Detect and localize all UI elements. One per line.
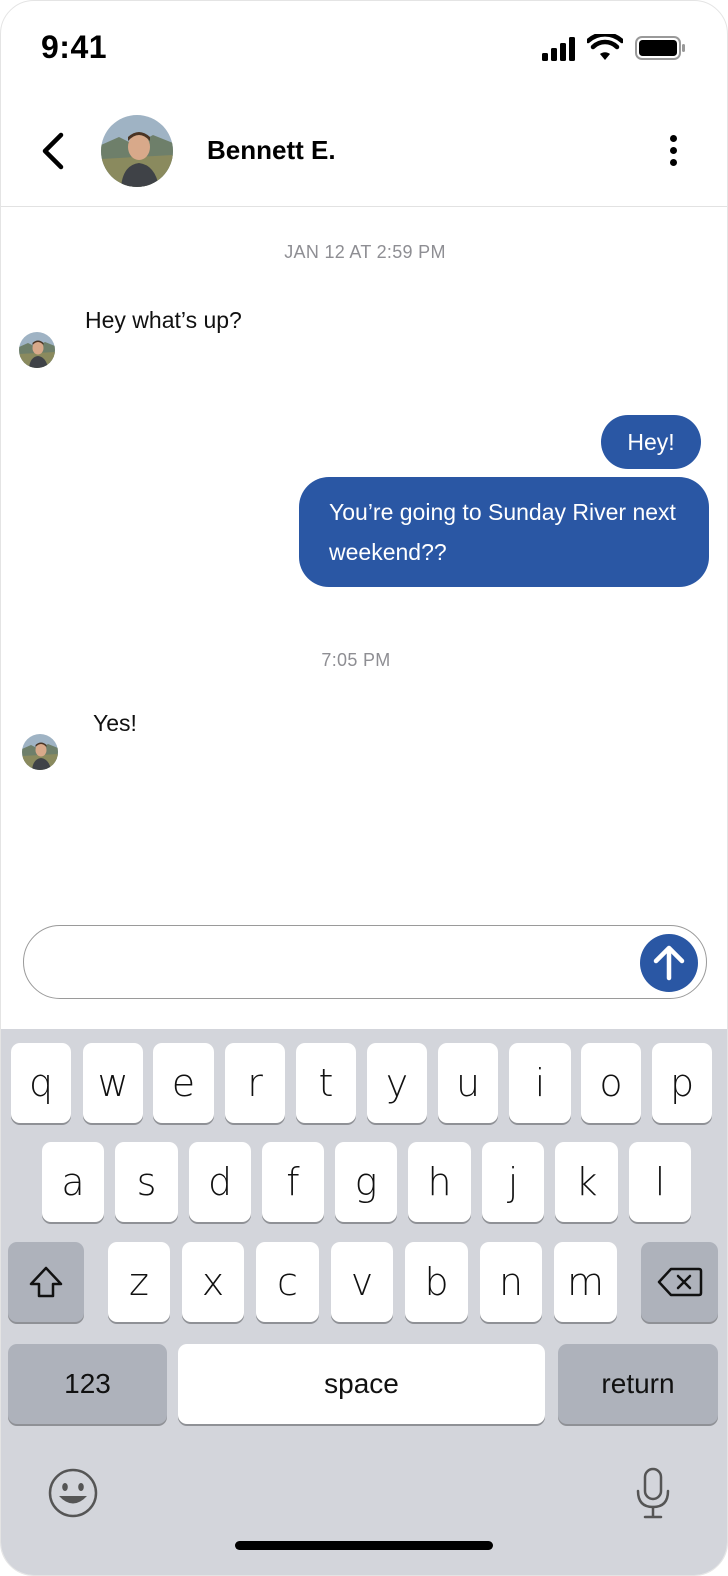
- key-b[interactable]: b: [405, 1242, 468, 1322]
- key-t[interactable]: t: [296, 1043, 356, 1123]
- home-indicator: [235, 1541, 493, 1550]
- key-d[interactable]: d: [189, 1142, 251, 1222]
- backspace-icon: [657, 1267, 702, 1297]
- key-q[interactable]: q: [11, 1043, 71, 1123]
- sender-avatar: [22, 734, 58, 770]
- timestamp-divider: 7:05 PM: [321, 650, 391, 670]
- key-c[interactable]: c: [256, 1242, 319, 1322]
- key-r[interactable]: r: [225, 1043, 285, 1123]
- key-n[interactable]: n: [480, 1242, 542, 1322]
- key-i[interactable]: i: [509, 1043, 571, 1123]
- key-o[interactable]: o: [581, 1043, 641, 1123]
- emoji-icon[interactable]: [47, 1467, 99, 1519]
- key-a[interactable]: a: [42, 1142, 104, 1222]
- incoming-message: Hey what’s up?: [85, 307, 242, 333]
- space-key[interactable]: space: [178, 1344, 545, 1424]
- key-g[interactable]: g: [335, 1142, 397, 1222]
- key-e[interactable]: e: [153, 1043, 214, 1123]
- status-bar: 9:41: [1, 1, 727, 97]
- incoming-message: Yes!: [93, 710, 137, 736]
- key-u[interactable]: u: [438, 1043, 498, 1123]
- key-f[interactable]: f: [262, 1142, 324, 1222]
- shift-arrow-icon: [29, 1266, 63, 1298]
- key-w[interactable]: w: [83, 1043, 143, 1123]
- key-h[interactable]: h: [408, 1142, 471, 1222]
- more-options-icon[interactable]: [661, 131, 685, 171]
- send-button[interactable]: [640, 934, 698, 992]
- timestamp-divider: JAN 12 AT 2:59 PM: [284, 242, 446, 262]
- delete-key[interactable]: [641, 1242, 718, 1322]
- wifi-icon: [587, 34, 623, 60]
- sender-avatar: [19, 332, 55, 368]
- cellular-signal-icon: [542, 37, 576, 61]
- phone-screen: 9:41 Bennett E. JAN 12 AT 2:59 PM Hey wh…: [0, 0, 728, 1576]
- outgoing-message: Hey!: [601, 415, 701, 469]
- key-z[interactable]: z: [108, 1242, 170, 1322]
- shift-key[interactable]: [8, 1242, 84, 1322]
- key-s[interactable]: s: [115, 1142, 178, 1222]
- key-j[interactable]: j: [482, 1142, 544, 1222]
- status-time: 9:41: [41, 29, 108, 65]
- key-l[interactable]: l: [629, 1142, 691, 1222]
- battery-icon: [635, 36, 685, 60]
- contact-avatar[interactable]: [101, 115, 173, 187]
- key-m[interactable]: m: [554, 1242, 617, 1322]
- key-y[interactable]: y: [367, 1043, 427, 1123]
- chat-header: Bennett E.: [1, 101, 727, 207]
- contact-name: Bennett E.: [207, 135, 336, 165]
- numbers-key[interactable]: 123: [8, 1344, 167, 1424]
- return-key[interactable]: return: [558, 1344, 718, 1424]
- back-chevron-icon[interactable]: [35, 129, 75, 173]
- message-input[interactable]: [23, 925, 707, 999]
- microphone-icon[interactable]: [633, 1467, 673, 1521]
- key-k[interactable]: k: [555, 1142, 618, 1222]
- outgoing-message: You’re going to Sunday River next weeken…: [299, 477, 709, 587]
- key-v[interactable]: v: [331, 1242, 393, 1322]
- key-x[interactable]: x: [182, 1242, 244, 1322]
- key-p[interactable]: p: [652, 1043, 712, 1123]
- arrow-up-icon: [653, 945, 685, 981]
